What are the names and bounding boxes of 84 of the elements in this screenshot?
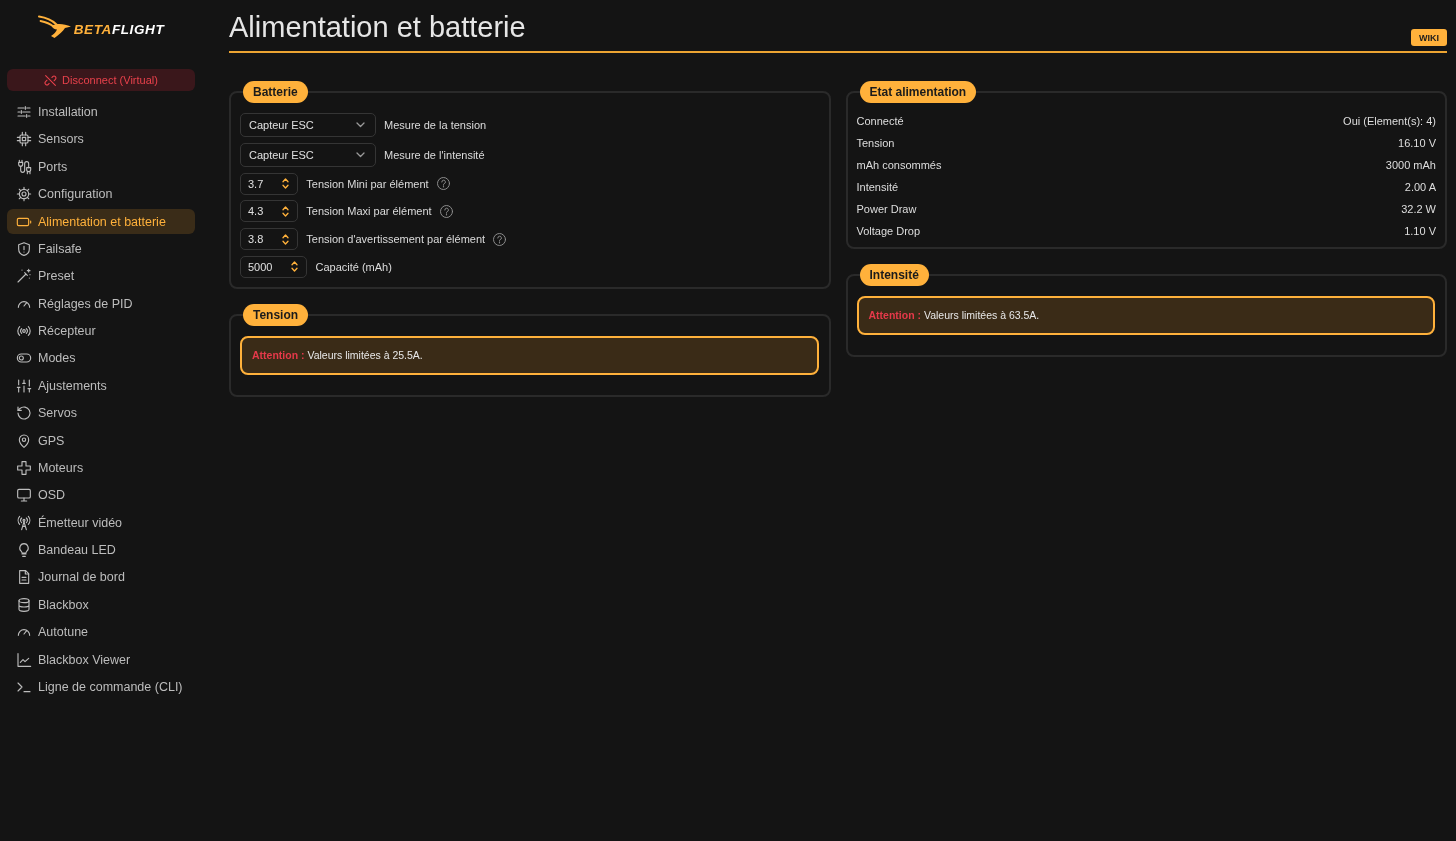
page-title: Alimentation et batterie <box>229 10 526 45</box>
gear-icon <box>16 186 32 203</box>
status-label: Connecté <box>856 115 904 127</box>
sidebar-item[interactable]: Ports <box>7 154 195 180</box>
sidebar-item[interactable]: Récepteur <box>7 318 195 344</box>
number-input[interactable]: 3.8 <box>240 228 299 250</box>
unlink-icon <box>44 73 58 87</box>
monitor-icon <box>16 487 32 504</box>
spinner-icon <box>282 233 290 245</box>
sidebar-item[interactable]: Réglages de PID <box>7 291 195 317</box>
sidebar-item[interactable]: Configuration <box>7 181 195 207</box>
logo-wordmark: BETAFLIGHT <box>73 21 165 37</box>
wand-icon <box>16 268 32 285</box>
antenna-icon <box>16 514 32 531</box>
sidebar-item[interactable]: GPS <box>7 428 195 453</box>
status-label: Power Draw <box>856 203 917 215</box>
help-icon[interactable] <box>436 177 450 190</box>
spinner-icon <box>282 205 290 217</box>
sidebar-item[interactable]: Blackbox Viewer <box>7 647 195 672</box>
sidebar-item[interactable]: Ajustements <box>7 373 195 399</box>
section-legend: Batterie <box>243 81 308 103</box>
field-label: Mesure de la tension <box>384 119 487 131</box>
chevron-down-icon <box>356 122 365 128</box>
sliders-icon <box>16 377 32 394</box>
sidebar-item[interactable]: Failsafe <box>7 236 195 262</box>
document-icon <box>16 569 32 586</box>
select-dropdown[interactable]: Capteur ESC <box>240 142 376 167</box>
status-label: Voltage Drop <box>856 225 921 237</box>
spinner-icon <box>282 178 290 189</box>
logo-icon <box>37 15 72 39</box>
number-input[interactable]: 4.3 <box>240 200 299 223</box>
help-icon[interactable] <box>493 232 507 246</box>
section-legend: Tension <box>243 303 309 326</box>
sidebar-item[interactable]: Installation <box>7 99 195 125</box>
rotate-icon <box>16 405 32 422</box>
field-label: Tension Maxi par élément <box>306 205 432 218</box>
field-label: Tension Mini par élément <box>306 177 429 190</box>
sidebar-item[interactable]: Journal de bord <box>7 564 195 590</box>
status-value: 32.2 W <box>1401 203 1436 215</box>
sidebar-item[interactable]: Blackbox <box>7 592 195 618</box>
sliders-icon <box>16 104 32 120</box>
chevron-down-icon <box>356 151 365 158</box>
sidebar-item[interactable]: OSD <box>7 482 195 508</box>
field-label: Capacité (mAh) <box>315 260 392 273</box>
number-input[interactable]: 5000 <box>240 255 308 278</box>
line-chart-icon <box>16 651 32 668</box>
status-value: 1.10 V <box>1404 225 1436 237</box>
status-label: Intensité <box>856 181 899 193</box>
sidebar-item[interactable]: Émetteur vidéo <box>7 510 195 536</box>
status-value: 16.10 V <box>1398 137 1436 149</box>
wiki-button[interactable]: WIKI <box>1411 29 1447 46</box>
sidebar-item[interactable]: Sensors <box>7 126 195 152</box>
sidebar-item[interactable]: Servos <box>7 400 195 426</box>
disconnect-button[interactable]: Disconnect (Virtual) <box>7 69 195 91</box>
map-pin-icon <box>16 432 32 449</box>
spinner-icon <box>291 261 299 273</box>
signal-icon <box>16 323 32 339</box>
warning-note: Attention : Valeurs limitées à 25.5A. <box>240 335 819 375</box>
select-dropdown[interactable]: Capteur ESC <box>240 113 376 137</box>
lightbulb-icon <box>16 542 32 558</box>
status-value: 2.00 A <box>1404 181 1436 193</box>
sidebar-item[interactable]: Alimentation et batterie <box>7 209 195 234</box>
sidebar-item[interactable]: Preset <box>7 263 195 289</box>
plus-outline-icon <box>16 459 32 476</box>
status-value: Oui (Element(s): 4) <box>1343 115 1436 127</box>
number-input[interactable]: 3.7 <box>240 172 299 195</box>
cable-icon <box>16 158 32 175</box>
status-label: mAh consommés <box>856 159 942 171</box>
section-legend: Intensité <box>859 264 929 286</box>
section-legend: Etat alimentation <box>859 81 977 103</box>
database-icon <box>16 596 32 613</box>
help-icon[interactable] <box>439 204 453 218</box>
sidebar-item[interactable]: Autotune <box>7 619 195 645</box>
sidebar-item[interactable]: Modes <box>7 345 195 371</box>
sidebar-item[interactable]: Bandeau LED <box>7 537 195 563</box>
status-label: Tension <box>856 137 895 149</box>
status-value: 3000 mAh <box>1385 159 1436 171</box>
chip-icon <box>16 131 32 148</box>
sidebar-item[interactable]: Ligne de commande (CLI) <box>7 674 195 700</box>
warning-note: Attention : Valeurs limitées à 63.5A. <box>856 296 1435 335</box>
sidebar-item[interactable]: Moteurs <box>7 455 195 481</box>
field-label: Tension d'avertissement par élément <box>306 233 486 245</box>
shield-icon <box>16 240 32 257</box>
field-label: Mesure de l'intensité <box>384 148 485 161</box>
